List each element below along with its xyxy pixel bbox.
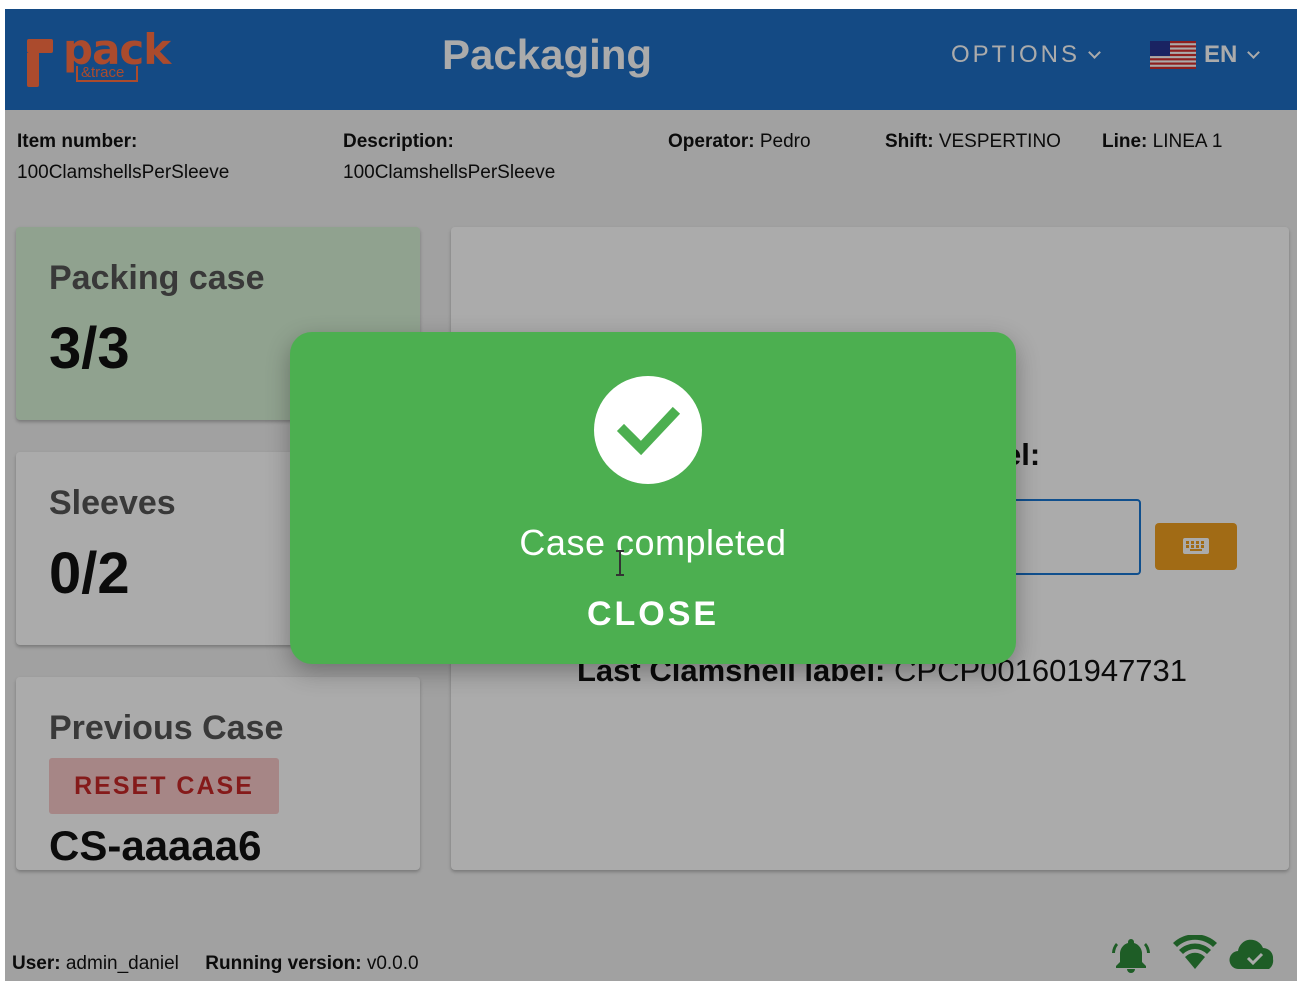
dialog-message: Case completed (519, 522, 787, 563)
text-cursor-icon (616, 550, 624, 576)
check-circle-icon (594, 376, 702, 484)
case-completed-dialog: Case completed CLOSE (290, 332, 1016, 664)
close-button[interactable]: CLOSE (553, 588, 753, 640)
app-root: pack &trace Packaging OPTIONS EN Item nu… (5, 9, 1297, 981)
